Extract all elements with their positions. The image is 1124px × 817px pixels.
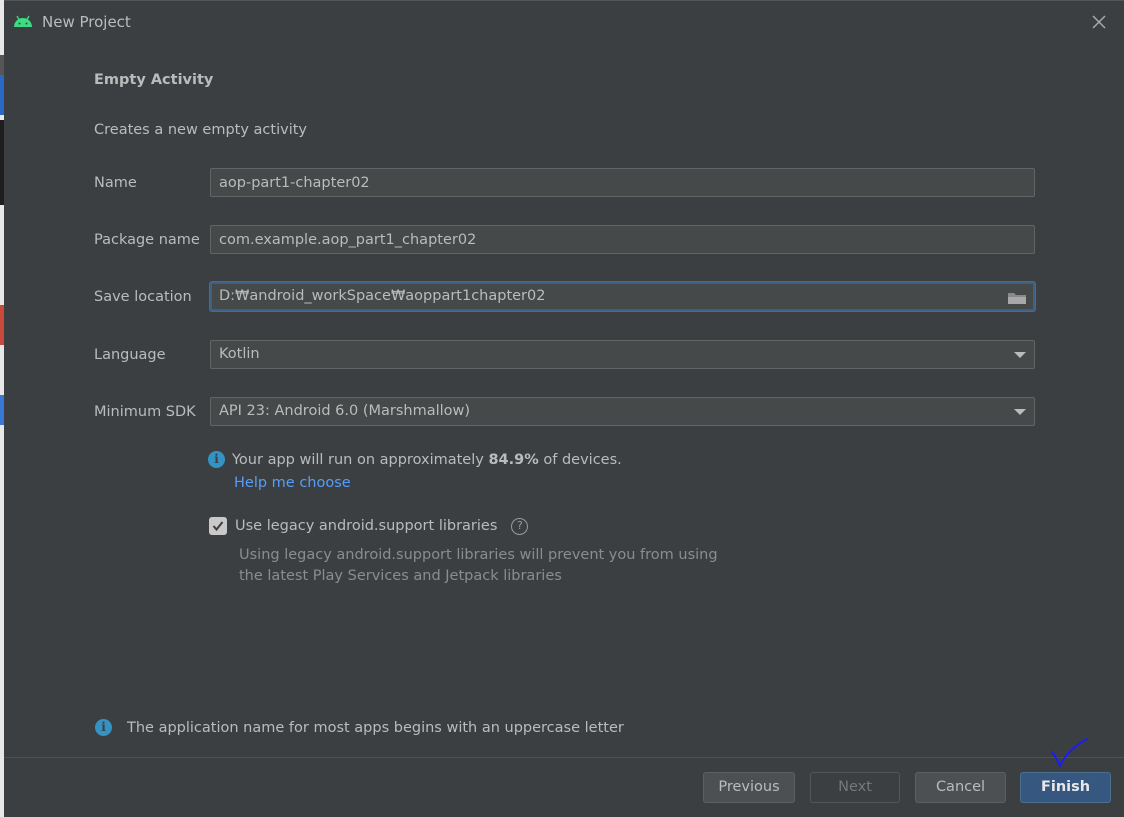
legacy-support-row: Use legacy android.support libraries ? <box>209 517 529 535</box>
minimum-sdk-label: Minimum SDK <box>94 404 196 420</box>
package-name-field[interactable] <box>210 225 1035 254</box>
package-name-label: Package name <box>94 232 200 248</box>
next-button[interactable]: Next <box>810 772 900 803</box>
new-project-dialog: New Project Empty Activity Creates a new… <box>4 0 1124 817</box>
sdk-info-suffix: of devices. <box>538 451 622 468</box>
window-title: New Project <box>42 13 131 31</box>
help-icon[interactable]: ? <box>511 517 529 535</box>
save-location-value: D:₩android_workSpace₩aoppart1chapter02 <box>219 288 546 304</box>
info-icon: i <box>95 719 112 736</box>
name-field[interactable] <box>210 168 1035 197</box>
previous-button[interactable]: Previous <box>703 772 795 803</box>
name-label: Name <box>94 175 137 191</box>
legacy-support-checkbox[interactable] <box>209 517 227 535</box>
finish-button[interactable]: Finish <box>1020 772 1111 803</box>
android-icon <box>14 15 32 27</box>
legacy-support-label[interactable]: Use legacy android.support libraries <box>235 518 497 534</box>
legacy-note-line2: the latest Play Services and Jetpack lib… <box>239 568 562 584</box>
minimum-sdk-value: API 23: Android 6.0 (Marshmallow) <box>219 403 471 419</box>
page-heading: Empty Activity <box>94 72 214 88</box>
close-icon[interactable] <box>1090 13 1108 31</box>
info-icon: i <box>208 451 225 468</box>
save-location-field[interactable]: D:₩android_workSpace₩aoppart1chapter02 <box>210 282 1035 311</box>
page-description: Creates a new empty activity <box>94 122 307 138</box>
sdk-info-prefix: Your app will run on approximately <box>232 451 489 468</box>
language-value: Kotlin <box>219 346 260 362</box>
language-dropdown[interactable]: Kotlin <box>210 340 1035 369</box>
language-label: Language <box>94 347 166 363</box>
app-name-hint-text: The application name for most apps begin… <box>127 719 624 736</box>
save-location-label: Save location <box>94 289 192 305</box>
minimum-sdk-dropdown[interactable]: API 23: Android 6.0 (Marshmallow) <box>210 397 1035 426</box>
title-bar: New Project <box>4 1 1124 45</box>
chevron-down-icon <box>1014 352 1026 358</box>
sdk-info-percent: 84.9% <box>488 451 539 468</box>
legacy-note-line1: Using legacy android.support libraries w… <box>239 547 718 563</box>
folder-icon[interactable] <box>1007 290 1027 306</box>
annotation-checkmark-icon <box>1051 738 1088 769</box>
app-name-hint: i The application name for most apps beg… <box>95 719 624 736</box>
chevron-down-icon <box>1014 409 1026 415</box>
help-me-choose-link[interactable]: Help me choose <box>234 475 351 491</box>
checkmark-icon <box>212 521 224 532</box>
sdk-coverage-info: i Your app will run on approximately 84.… <box>208 451 622 468</box>
cancel-button[interactable]: Cancel <box>915 772 1006 803</box>
